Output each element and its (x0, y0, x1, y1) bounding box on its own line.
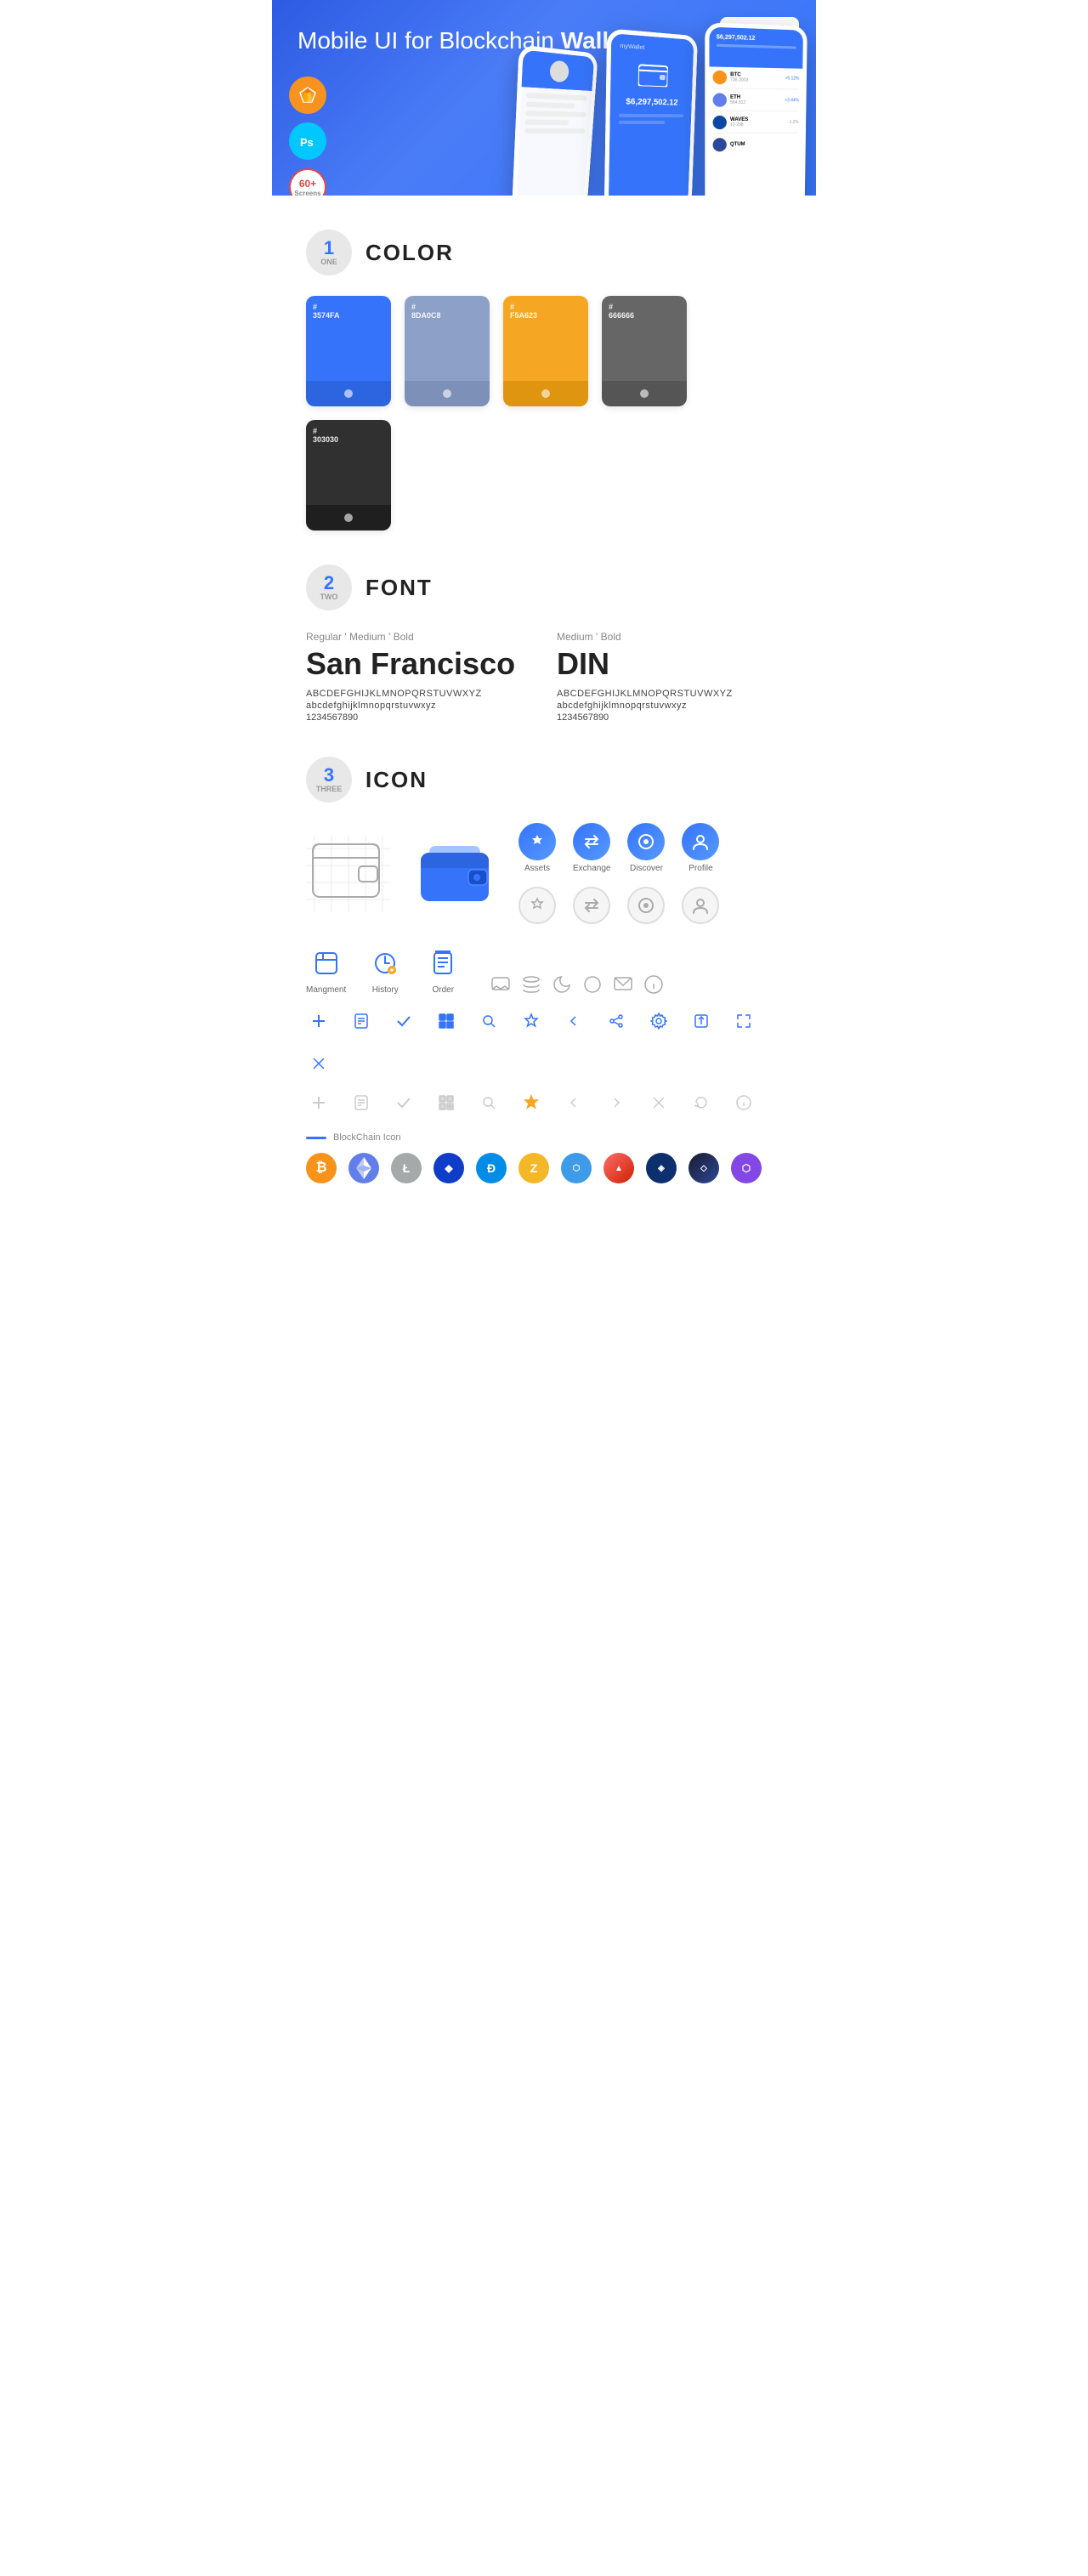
nav-icons-colored: Assets Exchange (518, 823, 719, 873)
small-icons-row-2 (306, 1090, 782, 1115)
nav-icons-ghost (518, 887, 719, 924)
circle-icon (582, 974, 603, 995)
qr-icon-ghost (434, 1090, 459, 1115)
small-icons-row-1 (306, 1008, 782, 1076)
color-section-title: COLOR (366, 240, 454, 266)
color-swatch-medium-gray: #666666 (602, 296, 687, 406)
info-icon-ghost (731, 1090, 756, 1115)
message-icon (613, 974, 633, 995)
color-swatch-dark: #303030 (306, 420, 391, 531)
utility-icons (490, 974, 664, 995)
font-sf: Regular ' Medium ' Bold San Francisco AB… (306, 631, 531, 723)
note-icon (348, 1008, 374, 1034)
moon-icon (552, 974, 572, 995)
check-icon-ghost (391, 1090, 416, 1115)
litecoin-icon: Ł (391, 1153, 422, 1183)
ethereum-icon (348, 1153, 379, 1183)
icon-discover: Discover (627, 823, 665, 873)
font-section-title: FONT (366, 575, 433, 601)
sketch-badge (289, 77, 326, 114)
color-swatch-orange: #F5A623 (503, 296, 588, 406)
color-swatches: #3574FA #8DA0C8 #F5A623 #666666 #303030 (306, 296, 782, 531)
refresh-icon-ghost (688, 1090, 714, 1115)
star-icon-active (518, 1090, 544, 1115)
icon-discover-ghost (627, 887, 665, 924)
ps-badge: Ps (289, 122, 326, 160)
steem-icon: ▲ (604, 1153, 634, 1183)
bitcoin-icon: ₿ (306, 1153, 337, 1183)
hero-section: Mobile UI for Blockchain Wallet UI Kit P… (272, 0, 816, 196)
nav-management: Mangment (306, 945, 346, 995)
gridcoin-icon: ⬡ (561, 1153, 592, 1183)
right-arrow-icon-ghost (604, 1090, 629, 1115)
expand-icon (731, 1008, 756, 1034)
share-icon (604, 1008, 629, 1034)
bottom-nav-icons: Mangment History (306, 945, 782, 995)
left-arrow-icon (561, 1008, 586, 1034)
blockchain-label: BlockChain Icon (306, 1132, 782, 1143)
svg-text:Ps: Ps (300, 136, 314, 149)
nav-icons-container: Assets Exchange (518, 823, 719, 924)
gear-icon (646, 1008, 672, 1034)
nav-order: Order (424, 945, 462, 995)
icon-assets: Assets (518, 823, 556, 873)
close-icon (306, 1051, 332, 1076)
search-icon (476, 1008, 502, 1034)
font-section-number: 2 TWO (306, 565, 352, 610)
plus-icon (306, 1008, 332, 1034)
color-section-header: 1 ONE COLOR (306, 230, 782, 275)
screens-badge: 60+ Screens (289, 168, 326, 196)
wallet-wireframe (306, 836, 391, 912)
left-arrow-icon-ghost (561, 1090, 586, 1115)
icon-section-header: 3 THREE ICON (306, 757, 782, 803)
x-icon-ghost (646, 1090, 672, 1115)
dash-icon: Đ (476, 1153, 507, 1183)
nav-history: History (366, 945, 404, 995)
info-icon (643, 974, 664, 995)
icon-assets-ghost (518, 887, 556, 924)
search-icon-ghost (476, 1090, 502, 1115)
hero-tool-badges: Ps 60+ Screens (289, 77, 326, 196)
color-swatch-blue: #3574FA (306, 296, 391, 406)
icon-profile-ghost (682, 887, 719, 924)
avax-icon: ◇ (688, 1153, 719, 1183)
waves-icon: ◆ (434, 1153, 464, 1183)
font-section-header: 2 TWO FONT (306, 565, 782, 610)
font-din: Medium ' Bold DIN ABCDEFGHIJKLMNOPQRSTUV… (557, 631, 782, 723)
font-grid: Regular ' Medium ' Bold San Francisco AB… (306, 631, 782, 723)
zcash-icon: Z (518, 1153, 549, 1183)
icon-section-number: 3 THREE (306, 757, 352, 803)
icon-section-title: ICON (366, 767, 428, 793)
crypto-icons: ₿ Ł ◆ Đ Z ⬡ ▲ ◈ ◇ ⬡ (306, 1153, 782, 1183)
wallet-filled (416, 836, 493, 912)
layers-icon (521, 974, 541, 995)
color-section-number: 1 ONE (306, 230, 352, 275)
qr-icon (434, 1008, 459, 1034)
polygon-icon: ⬡ (731, 1153, 762, 1183)
icon-exchange-ghost (573, 887, 610, 924)
plus-icon-ghost (306, 1090, 332, 1115)
check-icon (391, 1008, 416, 1034)
upload-icon (688, 1008, 714, 1034)
icon-exchange: Exchange (573, 823, 610, 873)
icon-profile: Profile (682, 823, 719, 873)
blockchain-line-indicator (306, 1137, 326, 1139)
main-content: 1 ONE COLOR #3574FA #8DA0C8 #F5A623 #666… (272, 230, 816, 1226)
chat-icon (490, 974, 511, 995)
qtum-icon: ◈ (646, 1153, 677, 1183)
star-icon (518, 1008, 544, 1034)
icon-showcase-row: Assets Exchange (306, 823, 782, 924)
color-swatch-gray: #8DA0C8 (405, 296, 490, 406)
note-icon-ghost (348, 1090, 374, 1115)
